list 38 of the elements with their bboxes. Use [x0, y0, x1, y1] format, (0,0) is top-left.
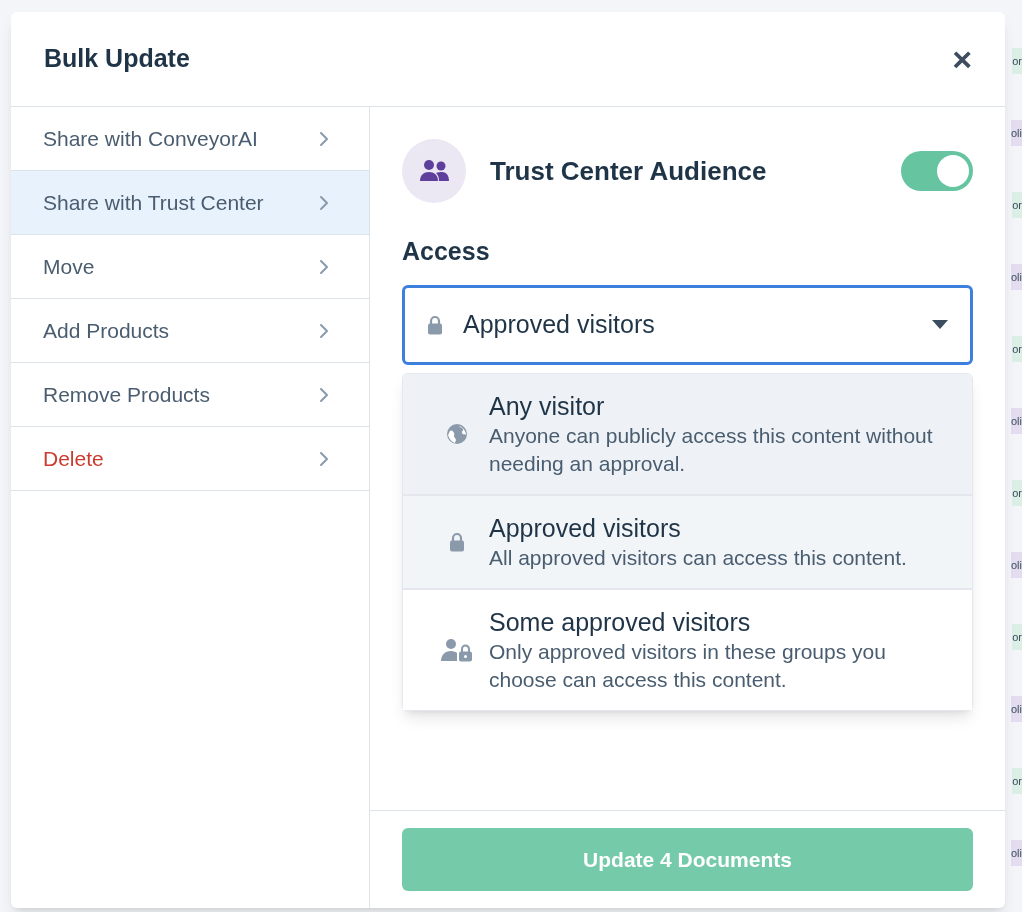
- access-option[interactable]: Some approved visitors Only approved visitors in these groups you choose can access this content.: [403, 587, 972, 710]
- sidebar-item[interactable]: Move: [11, 235, 369, 299]
- tag: or: [1012, 624, 1022, 650]
- caret-down-icon: [932, 319, 948, 330]
- tag: or: [1012, 192, 1022, 218]
- sidebar-item[interactable]: Share with Trust Center: [11, 171, 369, 235]
- access-label: Access: [402, 236, 491, 267]
- chevron-right-icon: [319, 258, 329, 275]
- globe-icon: [446, 422, 468, 445]
- access-select[interactable]: Approved visitors: [402, 284, 973, 365]
- access-option[interactable]: Any visitor Anyone can publicly access this content without needing an approval.: [403, 373, 972, 494]
- user-lock-icon: [441, 637, 473, 662]
- tag: oli: [1011, 120, 1022, 146]
- lock-icon: [427, 314, 443, 335]
- toggle-switch[interactable]: [901, 151, 973, 191]
- sidebar-item[interactable]: Share with ConveyorAI: [11, 107, 369, 171]
- tag: or: [1012, 768, 1022, 794]
- chevron-right-icon: [319, 450, 329, 467]
- sidebar-item[interactable]: Remove Products: [11, 363, 369, 427]
- chevron-right-icon: [319, 130, 329, 147]
- tag: oli: [1011, 408, 1022, 434]
- tag: or: [1012, 336, 1022, 362]
- access-option[interactable]: Approved visitors All approved visitors can access this content.: [403, 493, 972, 588]
- lock-icon: [449, 531, 465, 552]
- tag: oli: [1011, 840, 1022, 866]
- tag: oli: [1011, 264, 1022, 290]
- tag: oli: [1011, 696, 1022, 722]
- sidebar-item[interactable]: Add Products: [11, 299, 369, 363]
- chevron-right-icon: [319, 386, 329, 403]
- tag: oli: [1011, 552, 1022, 578]
- dialog-title: Bulk Update: [44, 43, 190, 75]
- sidebar-item[interactable]: Delete: [11, 427, 369, 491]
- close-button[interactable]: ×: [952, 42, 972, 76]
- chevron-right-icon: [319, 194, 329, 211]
- audience-label: Trust Center Audience: [490, 154, 768, 188]
- tag: or: [1012, 48, 1022, 74]
- tag: or: [1012, 480, 1022, 506]
- chevron-right-icon: [319, 322, 329, 339]
